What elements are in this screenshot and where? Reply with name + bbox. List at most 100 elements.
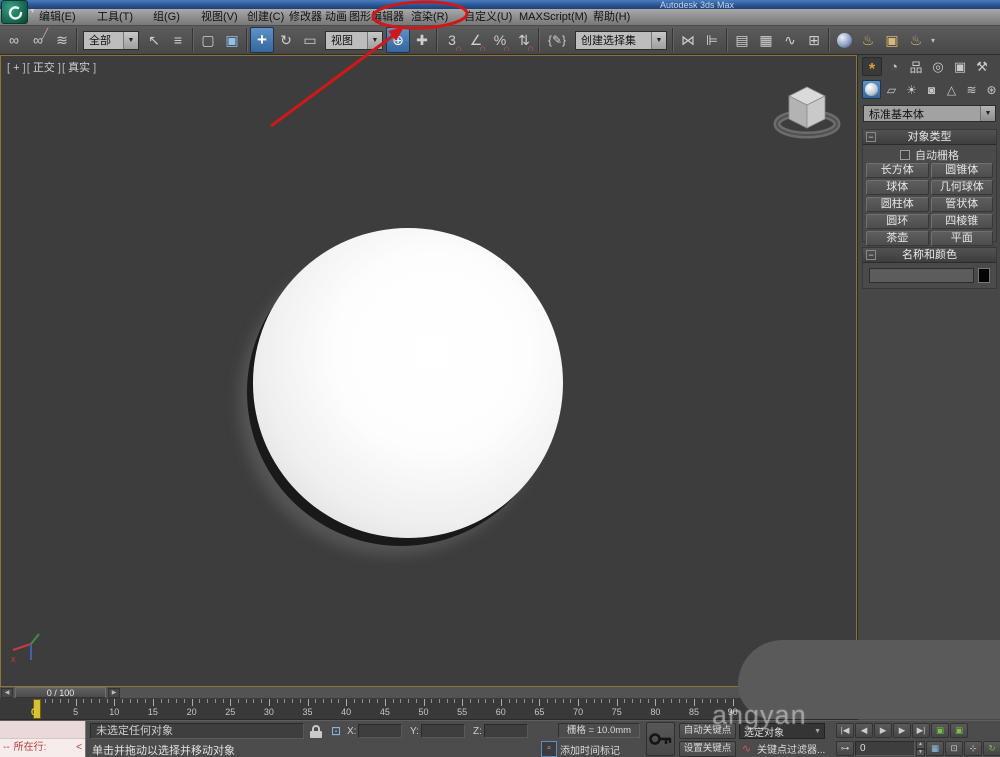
object-button-plane[interactable]: 平面: [931, 231, 994, 246]
add-time-tag-button[interactable]: 添加时间标记: [560, 742, 620, 757]
object-button-box[interactable]: 长方体: [866, 163, 929, 178]
rendered-frame-window-icon[interactable]: ▣: [880, 27, 904, 53]
object-button-sphere[interactable]: 球体: [866, 180, 929, 195]
reference-coordinate-system-dropdown[interactable]: 视图▼: [325, 31, 383, 50]
panel-tab-motion[interactable]: ◎: [928, 57, 948, 76]
panel-tab-hierarchy[interactable]: 品: [906, 57, 926, 76]
panel-tab-utilities[interactable]: ⚒: [972, 57, 992, 76]
select-and-manipulate-icon[interactable]: ✚: [410, 27, 434, 53]
select-and-scale-icon[interactable]: ▭: [298, 27, 322, 53]
autogrid-checkbox[interactable]: [900, 150, 910, 160]
pan-view-button[interactable]: ⊹: [964, 741, 982, 756]
spinner-up-icon[interactable]: ▲: [916, 741, 925, 749]
bind-to-space-warp-icon[interactable]: ≋: [50, 27, 74, 53]
mirror-icon[interactable]: ⋈: [676, 27, 700, 53]
set-key-button[interactable]: 设置关键点: [679, 741, 736, 757]
menu-item-rendering[interactable]: 渲染(R): [408, 10, 451, 25]
x-coord-field[interactable]: [358, 724, 402, 738]
object-button-torus[interactable]: 圆环: [866, 214, 929, 229]
unlink-selection-icon[interactable]: ∞: [26, 27, 50, 53]
time-slider[interactable]: 0 / 100: [15, 687, 106, 698]
category-space-warps[interactable]: ≋: [962, 80, 981, 99]
play-animation-button[interactable]: ▶: [874, 723, 892, 738]
category-cameras[interactable]: ◙: [922, 80, 941, 99]
material-editor-icon[interactable]: [832, 27, 856, 53]
graphite-ribbon-icon[interactable]: ▦: [754, 27, 778, 53]
curve-editor-icon[interactable]: ∿: [778, 27, 802, 53]
viewcube[interactable]: [769, 76, 845, 142]
primitive-type-dropdown[interactable]: 标准基本体 ▼: [863, 105, 996, 122]
previous-frame-button[interactable]: ◀: [855, 723, 873, 738]
window-crossing-toggle-icon[interactable]: ▣: [220, 27, 244, 53]
layer-manager-icon[interactable]: ▤: [730, 27, 754, 53]
zoom-extents-button[interactable]: ▣: [931, 723, 949, 738]
rectangular-selection-region-icon[interactable]: ▢: [196, 27, 220, 53]
angle-snap-icon[interactable]: ∠∩: [464, 27, 488, 53]
object-button-tube[interactable]: 管状体: [931, 197, 994, 212]
menu-item-maxscript[interactable]: MAXScript(M): [516, 10, 590, 25]
spinner-down-icon[interactable]: ▼: [916, 749, 925, 757]
key-filters-button[interactable]: 关键点过滤器...: [757, 741, 825, 756]
selection-filter-dropdown[interactable]: 全部▼: [83, 31, 139, 50]
percent-snap-icon[interactable]: %∩: [488, 27, 512, 53]
zoom-extents-all-button[interactable]: ▣: [950, 723, 968, 738]
absolute-offset-toggle-icon[interactable]: ⊡: [328, 724, 344, 739]
render-production-icon[interactable]: ♨: [904, 27, 928, 53]
go-to-end-button[interactable]: ▶|: [912, 723, 930, 738]
menu-item-edit[interactable]: 编辑(E): [36, 10, 79, 25]
viewport-menu-view[interactable]: 正交: [27, 62, 61, 74]
object-name-input[interactable]: [869, 268, 974, 283]
object-color-swatch[interactable]: [978, 268, 990, 283]
snaps-toggle-icon[interactable]: 3∩: [440, 27, 464, 53]
edit-named-selection-sets-icon[interactable]: {✎}: [542, 27, 572, 53]
object-button-pyramid[interactable]: 四棱锥: [931, 214, 994, 229]
zoom-region-button[interactable]: ⊡: [945, 741, 963, 756]
select-object-icon[interactable]: ↖: [142, 27, 166, 53]
name-color-rollout-header[interactable]: 名称和颜色: [863, 248, 996, 263]
select-by-name-icon[interactable]: ≡: [166, 27, 190, 53]
viewport-menu-shading[interactable]: 真实: [62, 62, 96, 74]
time-configuration-button[interactable]: ▦: [926, 741, 944, 756]
category-lights[interactable]: ☀: [902, 80, 921, 99]
category-geometry[interactable]: [862, 80, 881, 99]
menu-item-group[interactable]: 组(G): [150, 10, 183, 25]
set-keys-button[interactable]: [646, 722, 675, 756]
category-systems[interactable]: ⊛: [982, 80, 1000, 99]
menu-item-tools[interactable]: 工具(T): [94, 10, 136, 25]
time-slider-prev-button[interactable]: [1, 688, 13, 698]
category-shapes[interactable]: ▱: [882, 80, 901, 99]
object-button-geosphere[interactable]: 几何球体: [931, 180, 994, 195]
current-frame-field[interactable]: [855, 741, 915, 756]
perspective-viewport[interactable]: +正交真实 x: [0, 55, 857, 687]
render-flyout-arrow-icon[interactable]: ▾: [928, 27, 938, 53]
listener-top-cell[interactable]: [0, 721, 85, 739]
selection-lock-icon[interactable]: [310, 725, 322, 738]
schematic-view-icon[interactable]: ⊞: [802, 27, 826, 53]
object-button-cylinder[interactable]: 圆柱体: [866, 197, 929, 212]
select-and-rotate-icon[interactable]: ↻: [274, 27, 298, 53]
time-slider-next-button[interactable]: [108, 688, 120, 698]
object-button-cone[interactable]: 圆锥体: [931, 163, 994, 178]
align-icon[interactable]: ⊫: [700, 27, 724, 53]
next-frame-button[interactable]: ▶: [893, 723, 911, 738]
orbit-viewport-button[interactable]: ↻: [983, 741, 1000, 756]
maxscript-mini-listener[interactable]: -- 所在行: <: [0, 721, 86, 757]
menu-item-customize[interactable]: 自定义(U): [461, 10, 515, 25]
sphere-object[interactable]: [253, 228, 563, 538]
application-menu-button[interactable]: [1, 0, 28, 24]
panel-tab-modify[interactable]: ◔: [884, 57, 904, 76]
y-coord-field[interactable]: [421, 724, 465, 738]
use-pivot-point-center-icon[interactable]: ⊕: [386, 27, 410, 53]
menu-item-views[interactable]: 视图(V): [198, 10, 241, 25]
listener-bottom-cell[interactable]: -- 所在行: <: [0, 739, 85, 757]
menu-item-help[interactable]: 帮助(H): [590, 10, 633, 25]
object-type-rollout-header[interactable]: 对象类型: [863, 130, 996, 145]
isolate-selection-icon[interactable]: ▫: [541, 741, 557, 757]
object-button-teapot[interactable]: 茶壶: [866, 231, 929, 246]
select-and-link-icon[interactable]: ∞: [2, 27, 26, 53]
z-coord-field[interactable]: [484, 724, 528, 738]
panel-tab-create[interactable]: *: [862, 57, 882, 76]
select-and-move-icon[interactable]: +: [250, 27, 274, 53]
spinner-snap-icon[interactable]: ⇅∩: [512, 27, 536, 53]
go-to-start-button[interactable]: |◀: [836, 723, 854, 738]
